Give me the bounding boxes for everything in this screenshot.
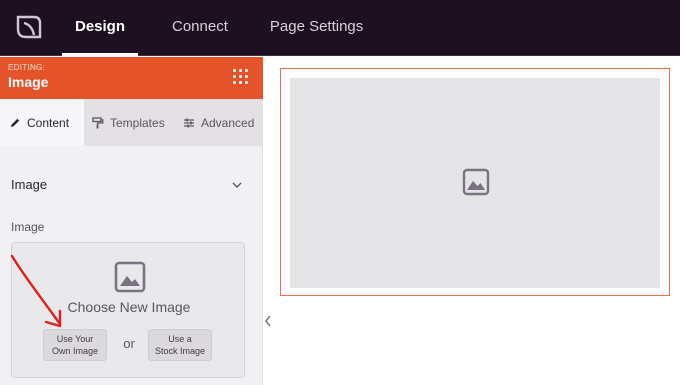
- image-icon: [462, 168, 490, 196]
- use-stock-image-line2: Stock Image: [154, 346, 206, 356]
- tab-connect[interactable]: Connect: [172, 0, 228, 56]
- editing-header: EDITING: Image: [0, 57, 263, 99]
- image-placeholder-icon: [114, 261, 146, 293]
- top-bar: Design Connect Page Settings: [0, 0, 680, 56]
- image-picker: Choose New Image Use Your Own Image or U…: [11, 242, 245, 378]
- use-stock-image-line1: Use a: [168, 334, 192, 344]
- seedprod-logo-icon[interactable]: [12, 11, 44, 43]
- use-stock-image-button[interactable]: Use a Stock Image: [148, 329, 212, 361]
- tab-design[interactable]: Design: [62, 0, 138, 56]
- pencil-icon: [11, 118, 20, 127]
- sidebar-tabs: Content Templates Advanced: [0, 99, 263, 146]
- section-title[interactable]: Image: [11, 177, 47, 192]
- editing-title: Image: [8, 74, 49, 90]
- tab-content-label: Content: [27, 115, 70, 130]
- sidebar: EDITING: Image Content Templates Advance…: [0, 57, 263, 385]
- tab-templates-label: Templates: [110, 115, 165, 130]
- tab-page-settings[interactable]: Page Settings: [270, 0, 363, 56]
- tab-advanced-label: Advanced: [201, 115, 255, 130]
- image-placeholder[interactable]: [290, 78, 660, 288]
- field-label: Image: [11, 220, 45, 234]
- drag-handle-icon[interactable]: [233, 69, 249, 85]
- editing-label: EDITING:: [8, 63, 46, 72]
- tab-templates[interactable]: Templates: [92, 99, 176, 146]
- tab-advanced[interactable]: Advanced: [183, 99, 263, 146]
- paint-roller-icon: [92, 116, 104, 128]
- sliders-icon: [184, 118, 194, 127]
- chevron-down-icon[interactable]: [231, 179, 243, 191]
- choose-image-label[interactable]: Choose New Image: [12, 299, 246, 315]
- top-nav: Design Connect Page Settings: [62, 0, 363, 56]
- image-block[interactable]: [280, 68, 670, 296]
- tab-content[interactable]: Content: [0, 99, 84, 146]
- collapse-sidebar-icon[interactable]: [263, 312, 273, 330]
